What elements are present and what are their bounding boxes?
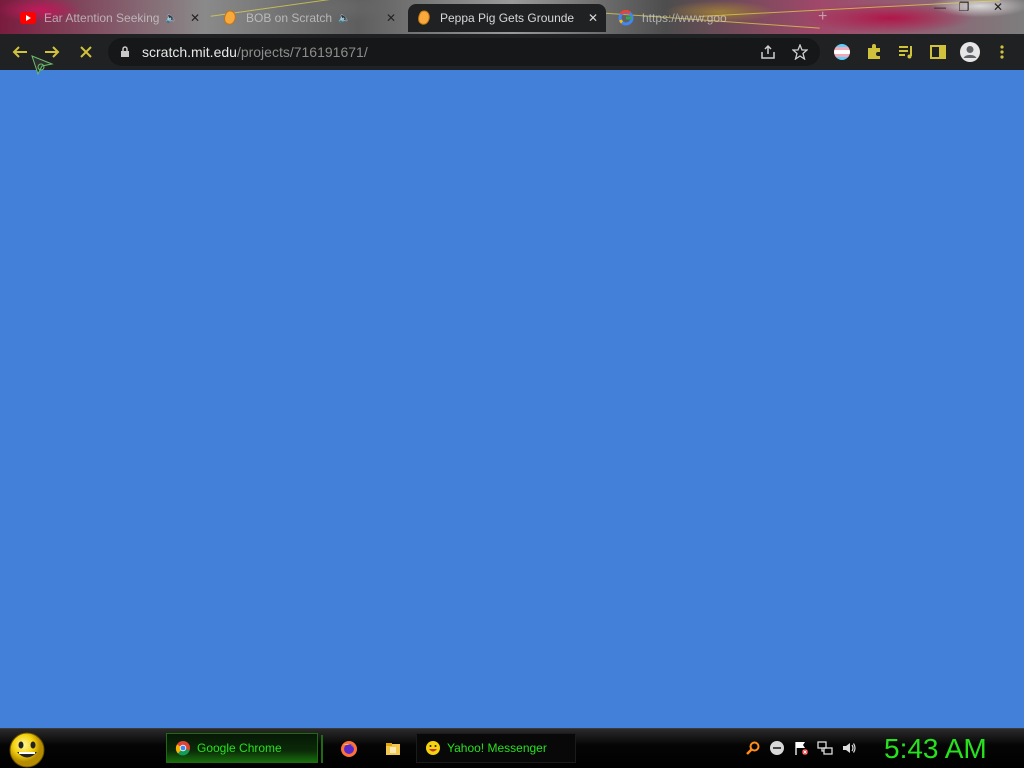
stop-x-icon	[80, 46, 92, 58]
tab-title: Peppa Pig Gets Grounde	[440, 11, 575, 25]
smiley-start-icon	[9, 732, 45, 768]
folder-icon	[386, 743, 400, 755]
flag-circle-icon	[834, 44, 850, 60]
window-close-icon[interactable]: ✕	[986, 0, 1010, 16]
side-panel-icon	[930, 45, 946, 59]
page-content[interactable]	[0, 70, 1024, 728]
mouse-cursor-icon	[31, 55, 54, 76]
screen: Ear Attention Seeking 🔈 ✕ BOB on Scratch…	[0, 0, 1024, 768]
taskbar-separator	[321, 735, 323, 763]
file-explorer-launcher[interactable]	[382, 738, 404, 760]
audio-playing-icon[interactable]: 🔈	[165, 13, 177, 24]
profile-button[interactable]	[958, 40, 982, 64]
taskbar-yahoo-messenger[interactable]: Yahoo! Messenger	[416, 733, 576, 763]
audio-playing-icon[interactable]: 🔈	[338, 13, 350, 24]
volume-icon[interactable]	[840, 739, 858, 757]
taskbar-google-chrome[interactable]: Google Chrome	[166, 733, 318, 763]
menu-button[interactable]	[990, 40, 1014, 64]
smiley-icon	[426, 741, 440, 755]
firefox-icon	[341, 741, 357, 757]
tab-close-icon[interactable]: ✕	[582, 11, 598, 25]
music-queue-icon	[899, 46, 912, 59]
back-arrow-icon	[12, 46, 27, 58]
tab-close-icon[interactable]: ✕	[184, 11, 200, 25]
tab-title: BOB on Scratch	[246, 11, 333, 25]
extensions-button[interactable]	[862, 40, 886, 64]
scratch-icon	[416, 10, 432, 26]
search-icon[interactable]	[744, 739, 762, 757]
media-button[interactable]	[894, 40, 918, 64]
account-avatar-icon	[960, 42, 980, 62]
lock-icon	[121, 46, 129, 57]
tab-close-icon[interactable]: ✕	[380, 11, 396, 25]
back-button[interactable]	[8, 40, 32, 64]
url-text[interactable]: scratch.mit.edu/projects/716191671/	[142, 44, 368, 60]
address-bar[interactable]: scratch.mit.edu/projects/716191671/	[108, 38, 820, 66]
youtube-icon	[20, 10, 36, 26]
taskbar-item-label: Google Chrome	[197, 741, 282, 755]
bookmark-star-icon[interactable]	[792, 44, 808, 60]
system-clock[interactable]: 5:43 AM	[884, 733, 987, 765]
browser-toolbar: scratch.mit.edu/projects/716191671/	[0, 34, 1024, 71]
flag-icon[interactable]	[792, 739, 810, 757]
tab-youtube[interactable]: Ear Attention Seeking 🔈 ✕	[12, 4, 208, 32]
url-host: scratch.mit.edu	[142, 44, 237, 60]
tab-title: https://www.goo	[642, 11, 727, 25]
taskbar-item-label: Yahoo! Messenger	[447, 741, 547, 755]
tab-title: Ear Attention Seeking	[44, 11, 160, 25]
network-icon[interactable]	[816, 739, 834, 757]
start-button[interactable]	[8, 731, 46, 768]
side-panel-button[interactable]	[926, 40, 950, 64]
puzzle-icon	[868, 44, 880, 59]
tab-google[interactable]: https://www.goo	[610, 4, 810, 32]
google-icon	[618, 10, 634, 26]
tab-bob-on-scratch[interactable]: BOB on Scratch 🔈 ✕	[214, 4, 404, 32]
kebab-menu-icon	[1000, 45, 1004, 59]
taskbar: Google Chrome Yahoo! Messenger 5:43 AM	[0, 728, 1024, 768]
status-icon[interactable]	[768, 739, 786, 757]
new-tab-icon[interactable]: +	[818, 8, 827, 26]
tab-peppa-pig[interactable]: Peppa Pig Gets Grounde ✕	[408, 4, 606, 32]
tab-strip: Ear Attention Seeking 🔈 ✕ BOB on Scratch…	[0, 0, 1024, 34]
firefox-launcher[interactable]	[338, 738, 360, 760]
share-icon[interactable]	[760, 44, 776, 60]
scratch-icon	[222, 10, 238, 26]
url-path: /projects/716191671/	[236, 44, 368, 60]
profile-flag-button[interactable]	[830, 40, 854, 64]
stop-loading-button[interactable]	[74, 40, 98, 64]
restore-icon[interactable]: ❐	[952, 0, 976, 16]
chrome-icon	[175, 741, 190, 756]
minimize-icon[interactable]: —	[928, 0, 952, 16]
